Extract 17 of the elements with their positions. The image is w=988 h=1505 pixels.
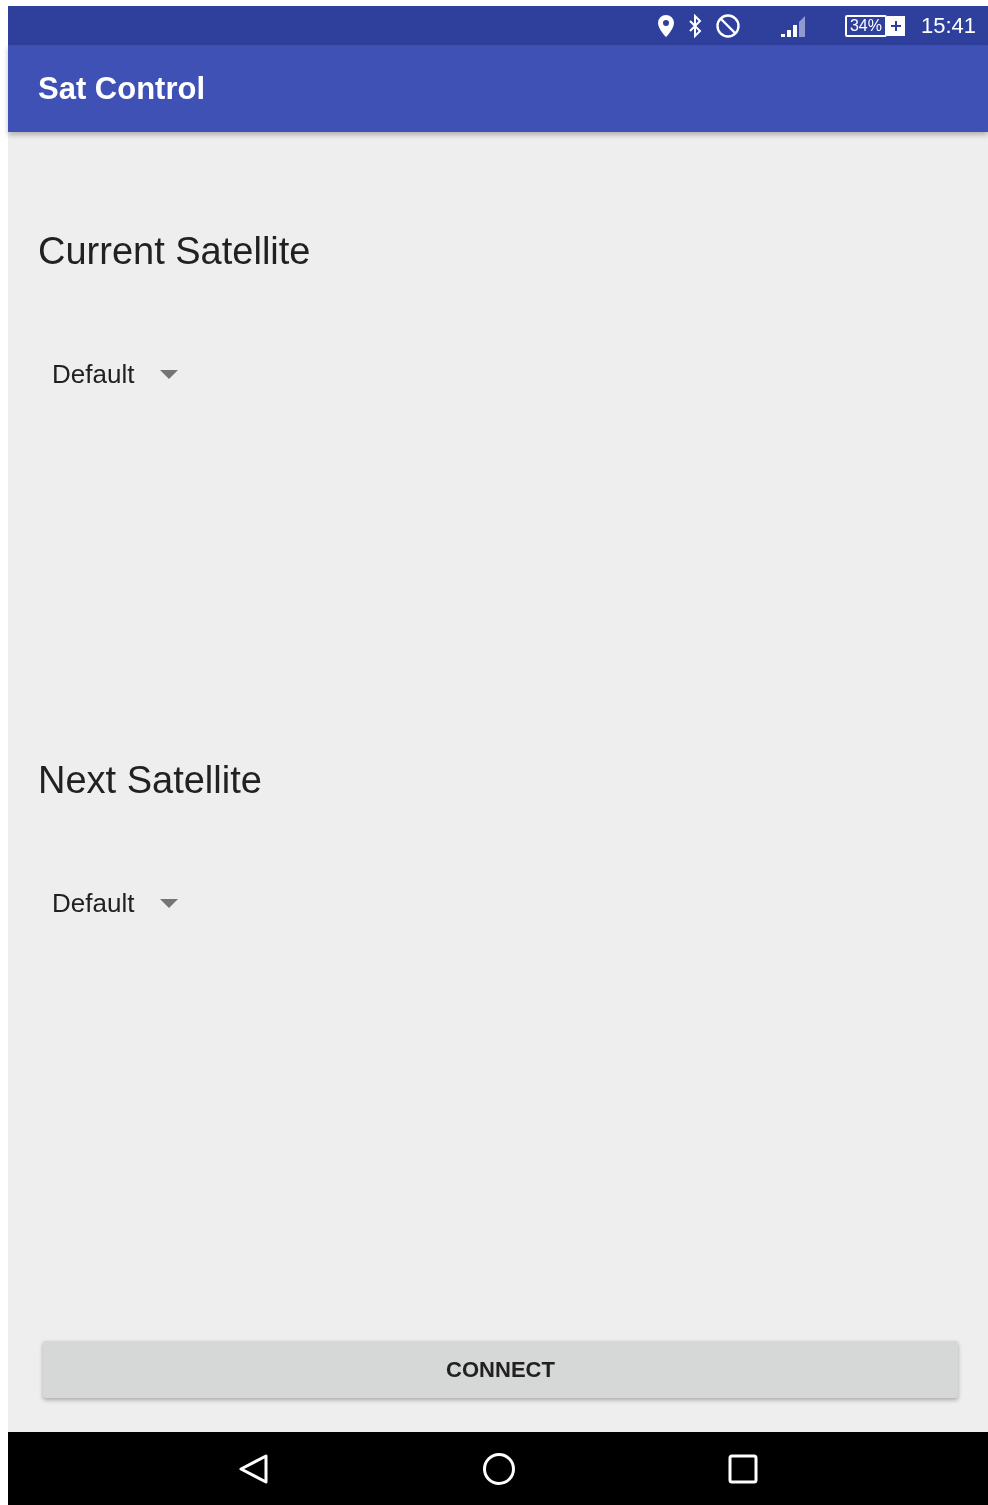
app-title: Sat Control — [38, 70, 206, 107]
clock-time: 15:41 — [920, 12, 976, 39]
connect-button[interactable]: CONNECT — [43, 1341, 958, 1398]
caret-icon — [160, 370, 179, 379]
satellite-dropdown[interactable]: Default — [52, 359, 179, 390]
caret-icon — [160, 899, 179, 908]
blocked-icon — [714, 12, 741, 39]
section-heading: Next Satellite — [38, 759, 262, 802]
satellite-dropdown[interactable]: Default — [52, 888, 179, 919]
signal-icon — [778, 14, 807, 37]
section-heading: Current Satellite — [38, 230, 311, 273]
battery-level: 34% — [844, 14, 887, 37]
back-icon[interactable] — [238, 1452, 270, 1485]
recents-icon[interactable] — [728, 1453, 758, 1484]
bluetooth-icon — [686, 13, 703, 38]
location-icon — [656, 13, 675, 38]
home-icon[interactable] — [482, 1451, 516, 1486]
